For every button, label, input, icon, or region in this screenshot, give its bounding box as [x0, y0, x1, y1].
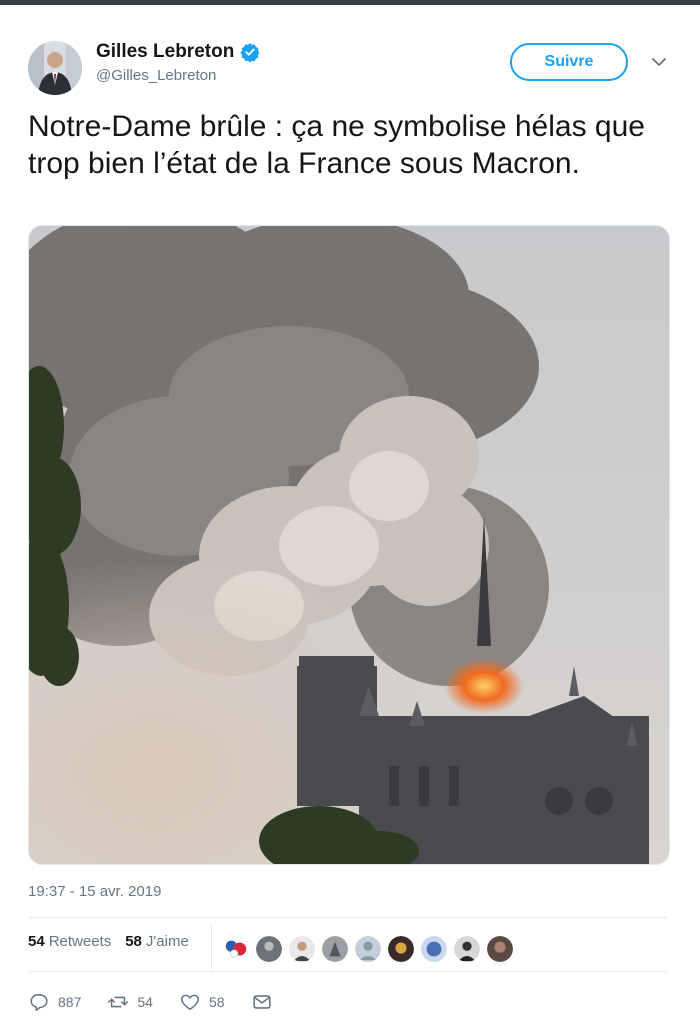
- follow-button[interactable]: Suivre: [510, 43, 628, 81]
- direct-message-button[interactable]: [251, 991, 281, 1013]
- reply-button[interactable]: 887: [28, 991, 81, 1013]
- like-action-count: 58: [208, 994, 225, 1010]
- stats-separator: [211, 923, 212, 973]
- divider: [28, 971, 668, 972]
- heart-icon: [180, 994, 199, 1011]
- liker-avatar[interactable]: [321, 935, 349, 963]
- liker-avatar[interactable]: [453, 935, 481, 963]
- tweet-timestamp[interactable]: 19:37 - 15 avr. 2019: [28, 883, 161, 900]
- reply-count: 887: [58, 994, 82, 1010]
- like-button[interactable]: 58: [179, 991, 225, 1013]
- mail-icon: [252, 995, 271, 1009]
- retweets-count: 54: [28, 933, 45, 950]
- chevron-down-icon[interactable]: [648, 51, 670, 73]
- liker-avatar[interactable]: [387, 935, 415, 963]
- liker-avatar[interactable]: [222, 935, 250, 963]
- verified-badge-icon: [240, 42, 260, 63]
- liker-avatar[interactable]: [288, 935, 316, 963]
- author-handle[interactable]: @Gilles_Lebreton: [96, 67, 216, 84]
- likes-count: 58: [125, 933, 142, 950]
- retweets-label: Retweets: [48, 933, 112, 950]
- liker-avatar[interactable]: [354, 935, 382, 963]
- divider: [28, 917, 668, 918]
- author-name[interactable]: Gilles Lebreton: [96, 41, 234, 63]
- tweet-text: Notre-Dame brûle : ça ne symbolise hélas…: [28, 110, 645, 180]
- retweets-stat[interactable]: 54 Retweets: [28, 933, 111, 950]
- tweet-actions: 887 54 58: [28, 991, 307, 1013]
- tweet-photo[interactable]: [28, 225, 670, 865]
- likes-stat[interactable]: 58 J'aime: [125, 933, 189, 950]
- tweet-card: Gilles Lebreton @Gilles_Lebreton Suivre …: [0, 5, 700, 1024]
- avatar[interactable]: [28, 41, 82, 95]
- liker-avatar[interactable]: [486, 935, 514, 963]
- tweet-stats: 54 Retweets 58 J'aime: [28, 933, 189, 950]
- reply-icon: [30, 993, 48, 1012]
- liker-avatar[interactable]: [255, 935, 283, 963]
- liker-avatar[interactable]: [420, 935, 448, 963]
- likes-label: J'aime: [145, 933, 189, 950]
- retweet-action-count: 54: [137, 994, 153, 1010]
- retweet-button[interactable]: 54: [107, 991, 153, 1013]
- liker-avatars: [222, 935, 519, 963]
- author-name-row[interactable]: Gilles Lebreton: [96, 41, 260, 63]
- retweet-icon: [108, 996, 129, 1008]
